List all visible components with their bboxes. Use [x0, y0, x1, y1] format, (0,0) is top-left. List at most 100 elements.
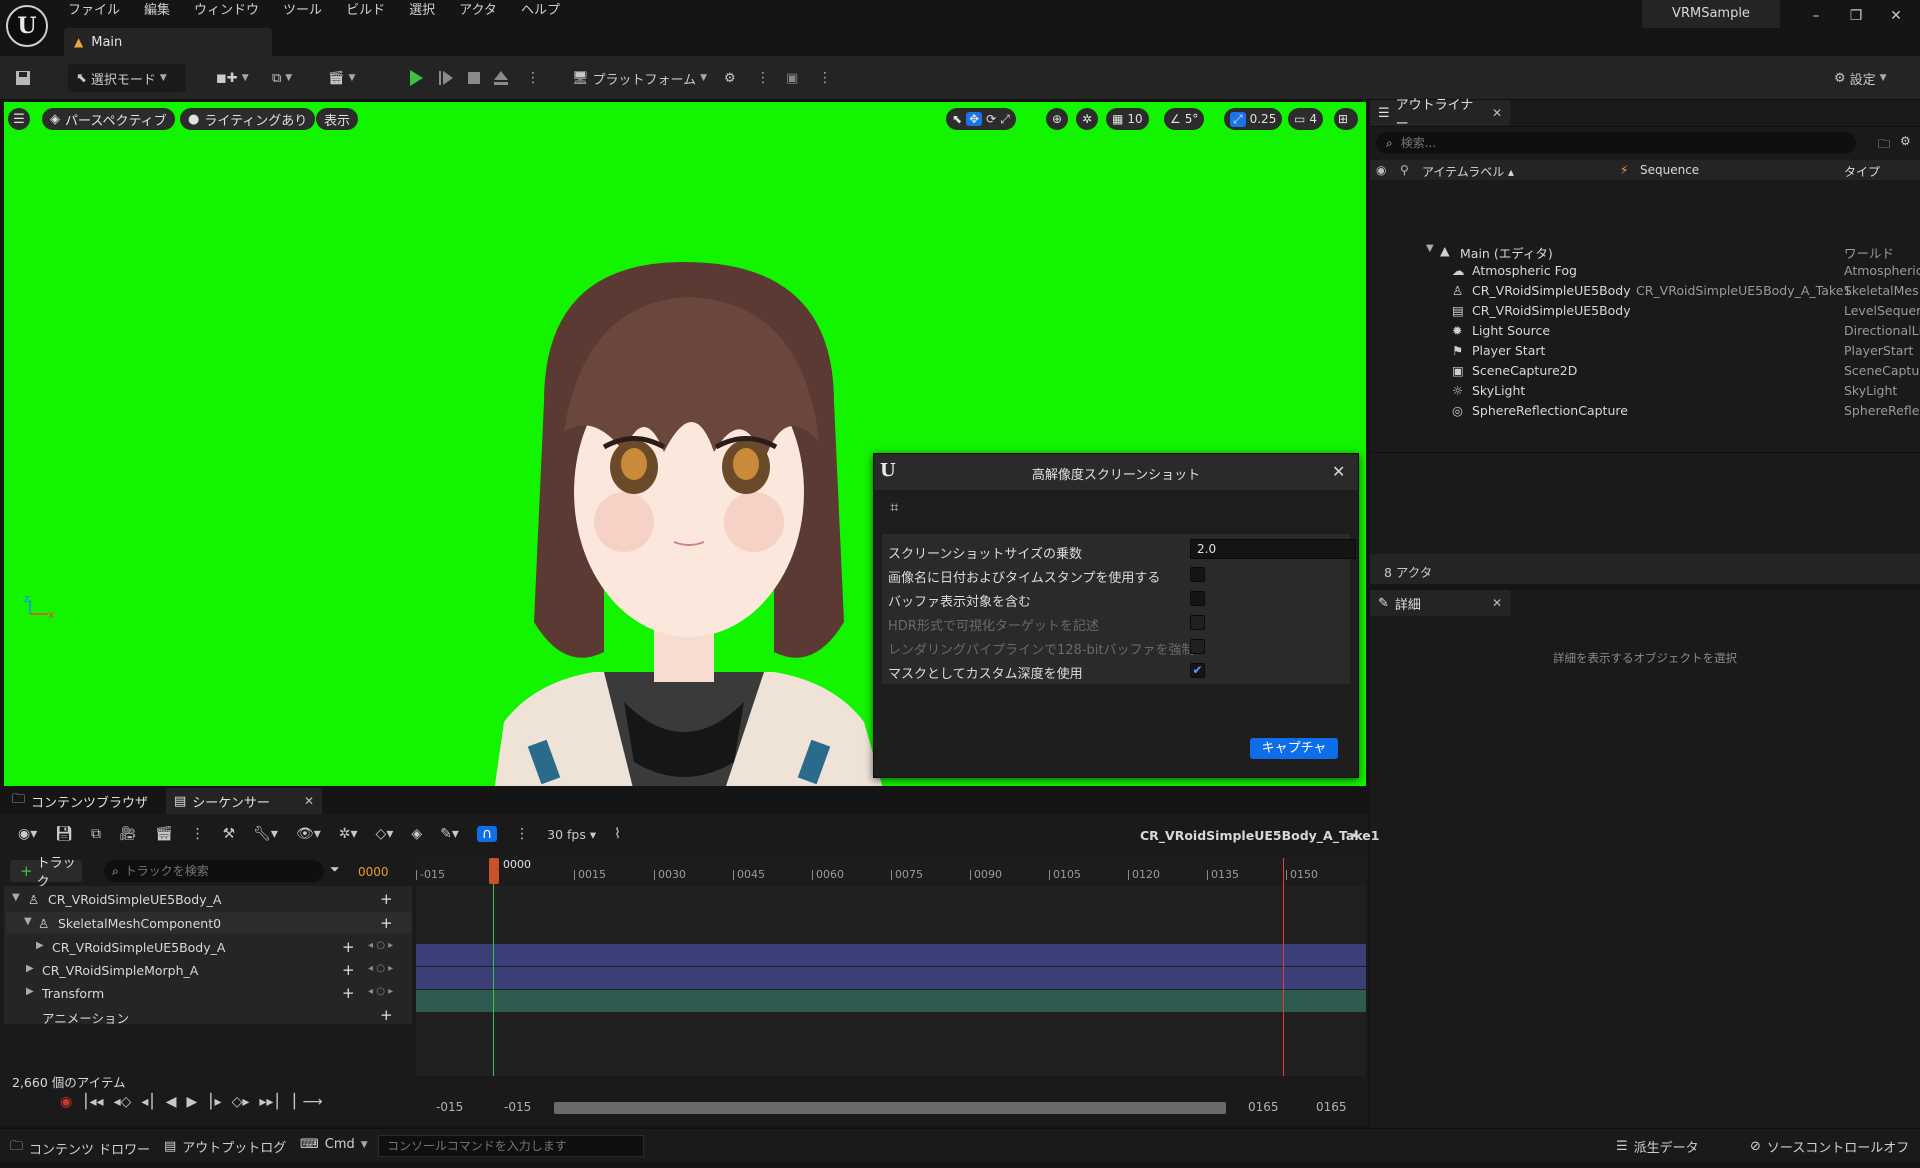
- curve-editor-icon[interactable]: ⌇: [614, 826, 621, 842]
- move-tool-icon[interactable]: ✥: [966, 112, 983, 126]
- content-drawer-button[interactable]: 🗀︎ コンテンツ ドロワー: [10, 1137, 150, 1159]
- track-row[interactable]: ▶ CR_VRoidSimpleUE5Body_A + ◂ ○ ▸: [6, 936, 412, 958]
- track-row[interactable]: ▼ ♙ SkeletalMeshComponent0 +: [6, 912, 412, 934]
- buffer-visualization-checkbox[interactable]: [1190, 591, 1205, 606]
- outliner-search-input[interactable]: [1400, 136, 1821, 150]
- capture-button[interactable]: キャプチャ: [1250, 738, 1338, 759]
- menu-actor[interactable]: アクタ: [447, 0, 509, 24]
- scale-snap-button[interactable]: ⤢ 0.25: [1224, 108, 1283, 130]
- render-icon[interactable]: 🎥︎: [119, 826, 137, 842]
- minimize-button[interactable]: –: [1800, 4, 1832, 28]
- current-frame[interactable]: 0000: [358, 865, 389, 879]
- outliner-row[interactable]: ⚑ Player Start PlayerStart: [1370, 340, 1920, 360]
- add-icon[interactable]: +: [380, 1006, 393, 1024]
- jump-to-start-icon[interactable]: ⎮◂◂: [82, 1094, 103, 1110]
- track-row[interactable]: ▶ Transform + ◂ ○ ▸: [6, 982, 412, 1004]
- play-options-button[interactable]: ⋮: [526, 64, 540, 92]
- expand-arrow-icon[interactable]: ▼: [1426, 243, 1434, 254]
- multiplier-input[interactable]: [1190, 539, 1356, 559]
- platform-dropdown[interactable]: 🖥︎ プラットフォーム ▼: [572, 64, 707, 92]
- rotate-tool-icon[interactable]: ⟳: [986, 112, 996, 126]
- content-browser-tab[interactable]: 🗀︎ コンテンツブラウザ: [4, 788, 164, 814]
- menu-build[interactable]: ビルド: [334, 0, 397, 24]
- camera-speed-button[interactable]: ▭ 4: [1288, 108, 1323, 130]
- scale-tool-icon[interactable]: ⤢: [1000, 112, 1010, 127]
- save-icon[interactable]: 💾︎: [55, 826, 73, 842]
- menu-window[interactable]: ウィンドウ: [182, 0, 271, 24]
- details-tab[interactable]: ✎ 詳細 ✕: [1370, 590, 1510, 616]
- advance-frame-button[interactable]: [438, 64, 454, 92]
- step-forward-icon[interactable]: ⎮▸: [207, 1094, 221, 1110]
- menu-select[interactable]: 選択: [397, 0, 447, 24]
- perspective-button[interactable]: ◈ パースペクティブ: [42, 108, 175, 130]
- morph-section[interactable]: [416, 967, 1366, 989]
- wrench-icon[interactable]: 🔧︎▾: [253, 826, 278, 842]
- column-type[interactable]: タイプ: [1844, 163, 1880, 180]
- snap-magnet-icon[interactable]: ∩: [476, 826, 498, 842]
- track-search[interactable]: ⌕: [104, 860, 324, 882]
- menu-edit[interactable]: 編集: [132, 0, 182, 24]
- range-scrollbar[interactable]: [554, 1102, 1226, 1114]
- stop-button[interactable]: [466, 64, 482, 92]
- outliner-row[interactable]: ☁ Atmospheric Fog Atmospheric: [1370, 260, 1920, 280]
- restore-button[interactable]: ❐: [1840, 4, 1872, 28]
- grid-snap-button[interactable]: ▦ 10: [1106, 108, 1149, 130]
- view-range-start[interactable]: -015: [436, 1100, 463, 1114]
- animation-section[interactable]: [416, 944, 1366, 966]
- expand-arrow-icon[interactable]: ▶: [36, 940, 44, 951]
- menu-file[interactable]: ファイル: [56, 0, 132, 24]
- jump-to-end-icon[interactable]: ▸▸⎮: [259, 1094, 280, 1110]
- blueprint-button[interactable]: ⧉ ▼: [272, 64, 292, 92]
- rotate-snap-button[interactable]: ∠ 5°: [1164, 108, 1205, 130]
- source-control-button[interactable]: ⊘ ソースコントロールオフ: [1750, 1137, 1909, 1156]
- lighting-mode-button[interactable]: ● ライティングあり: [180, 108, 316, 130]
- expand-arrow-icon[interactable]: ▶: [26, 986, 34, 997]
- eye-icon[interactable]: ◉: [1376, 163, 1386, 177]
- working-range-end[interactable]: 0165: [1248, 1100, 1279, 1114]
- track-search-input[interactable]: [124, 864, 305, 878]
- more-icon[interactable]: ⋮: [191, 826, 205, 842]
- gear-icon[interactable]: ⚙: [1900, 134, 1911, 148]
- world-icon[interactable]: ◉▾: [18, 826, 37, 842]
- key-nav-icon[interactable]: ◂ ○ ▸: [368, 986, 393, 997]
- save-all-button[interactable]: [14, 64, 32, 92]
- close-icon[interactable]: ✕: [304, 794, 314, 808]
- loop-icon[interactable]: ⎮ ⟶: [291, 1094, 323, 1110]
- track-row[interactable]: ▼ ♙ CR_VRoidSimpleUE5Body_A +: [6, 888, 412, 910]
- play-reverse-icon[interactable]: ◀: [166, 1094, 177, 1110]
- expand-arrow-icon[interactable]: ▼: [24, 916, 32, 927]
- pin-icon[interactable]: ⚲: [1400, 163, 1409, 177]
- key-nav-icon[interactable]: ◂ ○ ▸: [368, 940, 393, 951]
- surface-snap-toggle[interactable]: ✲: [1076, 108, 1099, 130]
- diamond-icon[interactable]: ◇▾: [376, 826, 394, 842]
- add-icon[interactable]: +: [380, 914, 393, 932]
- track-row[interactable]: ▶ CR_VRoidSimpleMorph_A + ◂ ○ ▸: [6, 959, 412, 981]
- sequencer-tab[interactable]: ▤ シーケンサー ✕: [166, 788, 322, 814]
- add-icon[interactable]: +: [342, 984, 355, 1002]
- outliner-row[interactable]: ▤ CR_VRoidSimpleUE5Body LevelSequer: [1370, 300, 1920, 320]
- working-range-start[interactable]: -015: [504, 1100, 531, 1114]
- lock-icon[interactable]: 🔓︎: [1350, 826, 1358, 841]
- record-icon[interactable]: ◉: [60, 1094, 72, 1110]
- menu-tools[interactable]: ツール: [271, 0, 334, 24]
- column-item-label[interactable]: アイテムラベル ▴: [1422, 163, 1514, 180]
- eye-icon[interactable]: 👁︎▾: [296, 826, 321, 842]
- fps-dropdown[interactable]: 30 fps ▾: [547, 827, 596, 842]
- cinematics-button[interactable]: 🎬︎ ▼: [328, 64, 355, 92]
- launch-options-button[interactable]: ⋮: [756, 64, 770, 92]
- add-track-button[interactable]: + トラック: [10, 856, 82, 890]
- play-button[interactable]: [408, 64, 424, 92]
- close-icon[interactable]: ✕: [1492, 596, 1502, 610]
- prev-key-icon[interactable]: ◂◇: [114, 1094, 132, 1110]
- launch-button[interactable]: ⚙︎: [724, 64, 736, 92]
- viewport-menu-button[interactable]: ☰: [8, 108, 30, 130]
- filter-icon[interactable]: ⏷: [330, 862, 340, 877]
- crop-icon[interactable]: ⌗: [890, 498, 898, 516]
- expand-arrow-icon[interactable]: ▼: [12, 892, 20, 903]
- clapper-icon[interactable]: 🎬︎: [155, 826, 173, 842]
- add-actor-button[interactable]: ◼✚ ▼: [216, 64, 249, 92]
- force-128bit-checkbox[interactable]: [1190, 639, 1205, 654]
- select-mode-dropdown[interactable]: ⬉ 選択モード ▼: [68, 64, 186, 92]
- outliner-row[interactable]: ✹ Light Source DirectionalLi: [1370, 320, 1920, 340]
- save-as-icon[interactable]: ⧉: [91, 826, 101, 842]
